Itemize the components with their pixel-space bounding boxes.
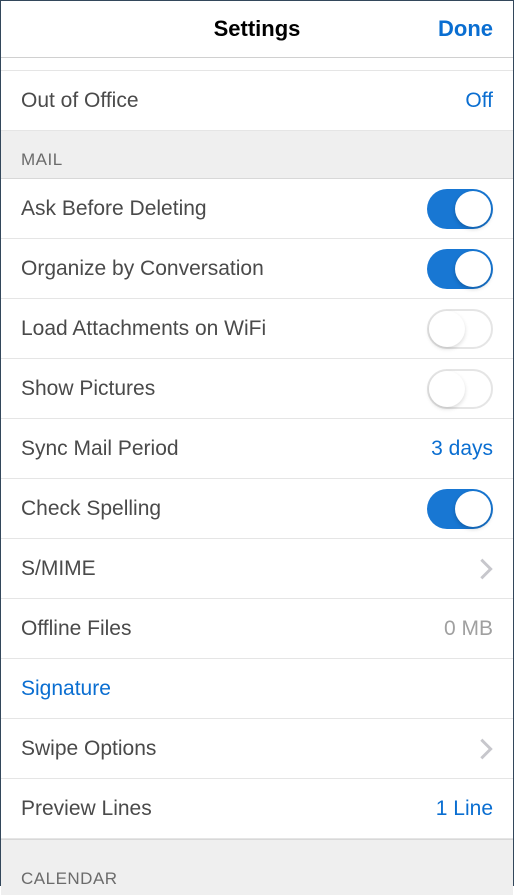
signature-label: Signature	[21, 677, 111, 701]
organize-by-conversation-row: Organize by Conversation	[1, 239, 513, 299]
check-spelling-label: Check Spelling	[21, 497, 161, 521]
ask-before-deleting-row: Ask Before Deleting	[1, 179, 513, 239]
mail-section-header: MAIL	[1, 131, 513, 179]
organize-by-conversation-label: Organize by Conversation	[21, 257, 264, 281]
toggle-knob	[455, 491, 491, 527]
chevron-right-icon	[479, 557, 493, 581]
top-gap	[1, 58, 513, 71]
header: Settings Done	[1, 1, 513, 58]
out-of-office-value: Off	[465, 89, 493, 113]
signature-row[interactable]: Signature	[1, 659, 513, 719]
toggle-knob	[429, 371, 465, 407]
page-title: Settings	[214, 16, 301, 42]
chevron-right-icon	[479, 737, 493, 761]
show-pictures-row: Show Pictures	[1, 359, 513, 419]
preview-lines-row[interactable]: Preview Lines 1 Line	[1, 779, 513, 839]
sync-mail-period-label: Sync Mail Period	[21, 437, 179, 461]
show-pictures-label: Show Pictures	[21, 377, 155, 401]
offline-files-label: Offline Files	[21, 617, 132, 641]
sync-mail-period-value: 3 days	[431, 437, 493, 461]
smime-label: S/MIME	[21, 557, 96, 581]
check-spelling-row: Check Spelling	[1, 479, 513, 539]
load-attachments-label: Load Attachments on WiFi	[21, 317, 266, 341]
calendar-section-header: CALENDAR	[1, 839, 513, 895]
show-pictures-toggle[interactable]	[427, 369, 493, 409]
ask-before-deleting-label: Ask Before Deleting	[21, 197, 207, 221]
swipe-options-label: Swipe Options	[21, 737, 156, 761]
ask-before-deleting-toggle[interactable]	[427, 189, 493, 229]
toggle-knob	[429, 311, 465, 347]
preview-lines-value: 1 Line	[436, 797, 493, 821]
out-of-office-label: Out of Office	[21, 89, 139, 113]
swipe-options-row[interactable]: Swipe Options	[1, 719, 513, 779]
mail-section-label: MAIL	[21, 150, 63, 170]
done-button[interactable]: Done	[438, 16, 493, 42]
out-of-office-row[interactable]: Out of Office Off	[1, 71, 513, 131]
organize-by-conversation-toggle[interactable]	[427, 249, 493, 289]
load-attachments-toggle[interactable]	[427, 309, 493, 349]
smime-row[interactable]: S/MIME	[1, 539, 513, 599]
load-attachments-row: Load Attachments on WiFi	[1, 299, 513, 359]
offline-files-row[interactable]: Offline Files 0 MB	[1, 599, 513, 659]
offline-files-value: 0 MB	[444, 617, 493, 641]
preview-lines-label: Preview Lines	[21, 797, 152, 821]
check-spelling-toggle[interactable]	[427, 489, 493, 529]
calendar-section-label: CALENDAR	[21, 869, 118, 889]
sync-mail-period-row[interactable]: Sync Mail Period 3 days	[1, 419, 513, 479]
toggle-knob	[455, 251, 491, 287]
toggle-knob	[455, 191, 491, 227]
